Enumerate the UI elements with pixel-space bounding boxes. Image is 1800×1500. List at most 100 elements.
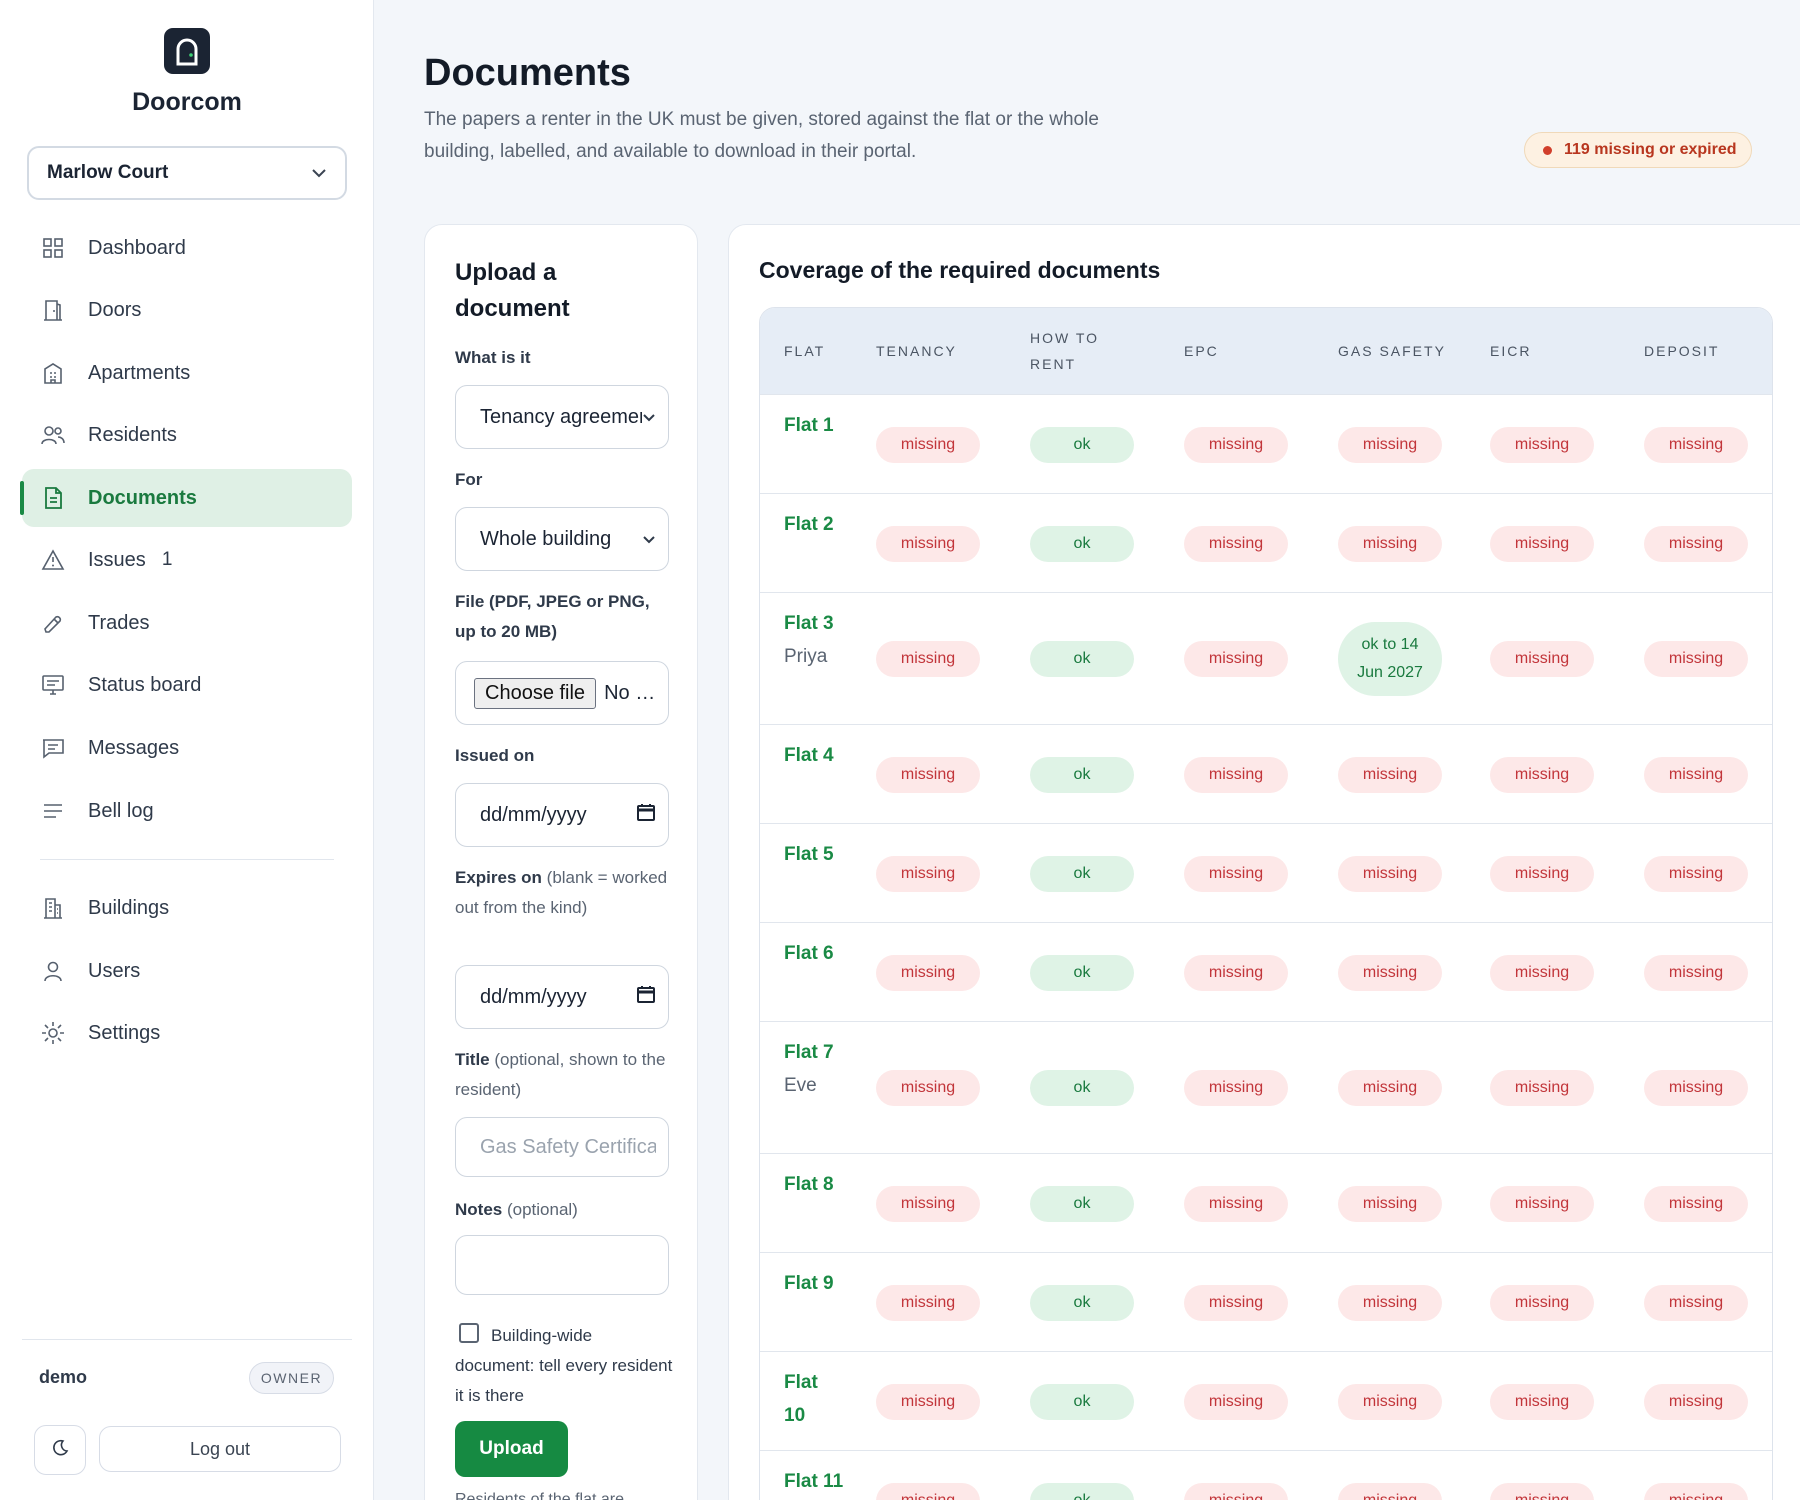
nav-item-doors[interactable]: Doors xyxy=(22,281,352,339)
table-row: Flat 10 missing ok missing missing missing mis… xyxy=(760,1351,1772,1450)
table-row: Flat 8 missing ok missing missing missing miss… xyxy=(760,1153,1772,1252)
title-placeholder: Gas Safety Certificate xyxy=(480,1135,656,1158)
flat-link[interactable]: Flat 1 xyxy=(784,409,844,442)
nav-item-apartments[interactable]: Apartments xyxy=(22,344,352,402)
status-pill-ok: ok xyxy=(1030,1482,1134,1500)
nav-item-label: Dashboard xyxy=(88,236,186,259)
theme-toggle-button[interactable] xyxy=(34,1425,86,1475)
flat-name: Flat 11 xyxy=(784,1471,844,1492)
status-pill-missing: missing xyxy=(1338,1482,1442,1500)
nav-item-status-board[interactable]: Status board xyxy=(22,656,352,714)
nav-item-residents[interactable]: Residents xyxy=(22,406,352,464)
moon-icon xyxy=(51,1439,69,1462)
for-select[interactable]: Whole building xyxy=(455,507,669,571)
nav-item-documents[interactable]: Documents xyxy=(20,469,352,527)
notes-hint: (optional) xyxy=(506,1200,578,1219)
flat-link[interactable]: Flat 4 xyxy=(784,739,844,772)
chevron-down-icon xyxy=(311,162,327,184)
flat-name: Flat 1 xyxy=(784,415,834,436)
nav-item-settings[interactable]: Settings xyxy=(22,1004,352,1062)
status-pill-missing: missing xyxy=(876,426,980,463)
list-icon xyxy=(40,798,66,824)
what-label: What is it xyxy=(455,348,531,367)
expires-date-placeholder: dd/mm/yyyy xyxy=(480,985,587,1008)
status-pill-missing: missing xyxy=(876,525,980,562)
status-pill-missing: missing xyxy=(1338,756,1442,793)
calendar-icon xyxy=(636,802,656,828)
resident-name: Priya xyxy=(784,646,828,667)
calendar-icon xyxy=(636,984,656,1010)
file-status: No file chosen xyxy=(604,681,656,704)
flat-name: Flat 9 xyxy=(784,1273,834,1294)
status-pill-ok: ok xyxy=(1030,1383,1134,1420)
issued-date-input[interactable]: dd/mm/yyyy xyxy=(455,783,669,847)
notes-label: Notes (optional) xyxy=(455,1195,675,1225)
issues-count-badge: 1 xyxy=(161,549,173,570)
flat-name: Flat 8 xyxy=(784,1174,834,1195)
status-pill-missing: missing xyxy=(1644,525,1748,562)
status-pill-missing: missing xyxy=(1338,954,1442,991)
warning-icon xyxy=(40,547,66,573)
notes-input[interactable] xyxy=(455,1235,669,1295)
nav-item-label: Messages xyxy=(88,736,180,759)
flat-link[interactable]: Flat 3 Priya xyxy=(784,607,844,673)
nav-item-bell-log[interactable]: Bell log xyxy=(22,782,352,840)
nav-item-dashboard[interactable]: Dashboard xyxy=(22,219,352,277)
coverage-title: Coverage of the required documents xyxy=(759,257,1161,283)
flat-link[interactable]: Flat 5 xyxy=(784,838,844,871)
flat-link[interactable]: Flat 2 xyxy=(784,508,844,541)
upload-card-title: Upload a document xyxy=(455,259,570,322)
column-header: TENANCY xyxy=(876,343,957,359)
for-label: For xyxy=(455,470,483,489)
alert-text: 119 missing or expired xyxy=(1564,141,1737,158)
status-pill-missing: missing xyxy=(1490,525,1594,562)
upload-card: Upload a document What is it Tenancy agr… xyxy=(424,224,698,1500)
building-select-value: Marlow Court xyxy=(47,162,169,183)
nav-item-label: Issues xyxy=(88,548,146,571)
nav-item-trades[interactable]: Trades xyxy=(22,594,352,652)
status-pill-missing: missing xyxy=(1184,1284,1288,1321)
flat-link[interactable]: Flat 8 xyxy=(784,1168,844,1201)
nav-divider xyxy=(40,859,334,860)
brand-name: Doorcom xyxy=(132,88,242,116)
flat-link[interactable]: Flat 10 xyxy=(784,1366,844,1432)
nav-item-label: Buildings xyxy=(88,896,170,919)
file-input[interactable]: Choose file No file chosen xyxy=(455,661,669,725)
flat-link[interactable]: Flat 7 Eve xyxy=(784,1036,844,1102)
status-pill-missing: missing xyxy=(1644,426,1748,463)
column-header: EPC xyxy=(1184,343,1219,359)
issued-date-placeholder: dd/mm/yyyy xyxy=(480,803,587,826)
upload-button[interactable]: Upload xyxy=(455,1421,568,1477)
table-body: Flat 1 missing ok missing missing missing miss… xyxy=(760,394,1772,1500)
flat-name: Flat 3 xyxy=(784,613,834,634)
status-pill-ok: ok xyxy=(1030,1284,1134,1321)
status-pill-ok: ok xyxy=(1030,855,1134,892)
status-pill-missing: missing xyxy=(1490,641,1594,677)
expires-date-input[interactable]: dd/mm/yyyy xyxy=(455,965,669,1029)
status-pill-ok: ok xyxy=(1030,641,1134,677)
document-kind-select[interactable]: Tenancy agreement xyxy=(455,385,669,449)
user-name: demo xyxy=(39,1367,88,1387)
nav-item-label: Bell log xyxy=(88,799,154,822)
flat-link[interactable]: Flat 6 xyxy=(784,937,844,970)
table-row: Flat 4 missing ok missing missing missing miss… xyxy=(760,724,1772,823)
nav-item-issues[interactable]: Issues 1 xyxy=(22,531,352,589)
flat-link[interactable]: Flat 9 xyxy=(784,1267,844,1300)
nav-item-users[interactable]: Users xyxy=(22,942,352,1000)
nav-item-buildings[interactable]: Buildings xyxy=(22,879,352,937)
nav-item-messages[interactable]: Messages xyxy=(22,719,352,777)
page-subtitle: The papers a renter in the UK must be gi… xyxy=(424,109,1099,162)
status-pill-missing: missing xyxy=(876,855,980,892)
status-pill-missing: missing xyxy=(876,1070,980,1106)
choose-file-button[interactable]: Choose file xyxy=(474,677,597,709)
building-select[interactable]: Marlow Court xyxy=(27,146,347,200)
status-pill-ok: ok xyxy=(1030,1070,1134,1106)
title-input[interactable]: Gas Safety Certificate xyxy=(455,1117,669,1177)
logout-button[interactable]: Log out xyxy=(99,1426,341,1472)
table-row: Flat 1 missing ok missing missing missing miss… xyxy=(760,394,1772,493)
status-pill-missing: missing xyxy=(876,1185,980,1222)
flat-link[interactable]: Flat 11 xyxy=(784,1465,844,1498)
table-row: Flat 3 Priya missing ok missing ok to 14 Jun … xyxy=(760,592,1772,724)
status-pill-missing: missing xyxy=(1184,1185,1288,1222)
status-pill-missing: missing xyxy=(1184,641,1288,677)
